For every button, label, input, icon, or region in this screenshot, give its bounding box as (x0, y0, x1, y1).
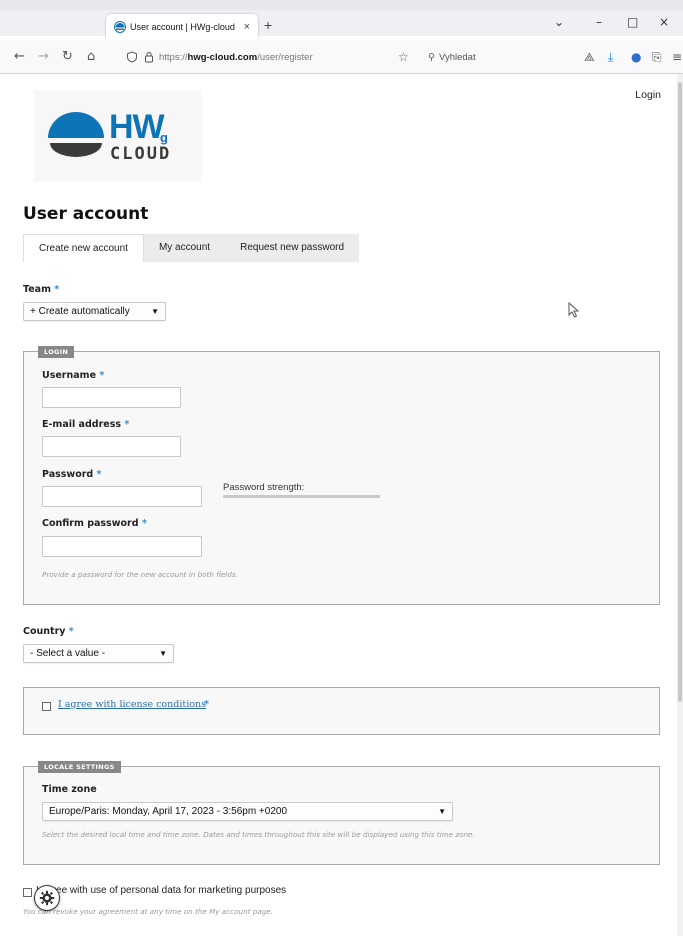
required-mark: * (68, 626, 74, 637)
new-tab-button[interactable]: + (264, 17, 272, 33)
extension-icon[interactable]: ● (631, 50, 641, 64)
password-label-text: Password (42, 469, 94, 480)
favicon-icon (114, 21, 126, 33)
locale-settings-legend: LOCALE SETTINGS (38, 761, 121, 773)
tab-bar-strip (0, 0, 683, 10)
star-icon[interactable]: ☆ (398, 50, 409, 64)
url-scheme: https:// (159, 51, 188, 63)
tab-close-icon[interactable]: × (244, 21, 250, 33)
password-strength-bar (223, 495, 380, 498)
required-mark: * (204, 699, 209, 710)
username-label-text: Username (42, 370, 97, 381)
team-label-text: Team (23, 284, 51, 295)
list-tabs-icon[interactable]: ⌄ (554, 15, 564, 29)
shield-icon[interactable] (126, 51, 138, 63)
username-label: Username * (42, 370, 104, 381)
cursor-icon (568, 302, 580, 318)
forward-arrow-icon[interactable]: → (38, 49, 49, 64)
chevron-down-icon: ▼ (438, 807, 446, 816)
country-label-text: Country (23, 626, 66, 637)
logo-hw: HW (109, 108, 165, 146)
required-mark: * (124, 419, 130, 430)
save-to-pocket-icon[interactable]: ⟁ (584, 50, 595, 65)
gear-icon[interactable] (34, 885, 60, 911)
tab-my-account[interactable]: My account (144, 234, 225, 262)
search-placeholder: Vyhledat (438, 51, 476, 63)
maximize-icon[interactable]: □ (627, 15, 638, 29)
site-logo[interactable]: HW g CLOUD (34, 90, 202, 182)
email-label-text: E-mail address (42, 419, 122, 430)
timezone-select-value: Europe/Paris: Monday, April 17, 2023 - 3… (49, 806, 288, 817)
country-select[interactable]: - Select a value - ▼ (23, 644, 174, 663)
timezone-label: Time zone (42, 784, 97, 795)
email-label: E-mail address * (42, 419, 129, 430)
chevron-down-icon: ▼ (151, 307, 159, 316)
url-host: hwg-cloud.com (187, 51, 258, 63)
url-path: /user/register (257, 51, 313, 63)
confirm-password-label-text: Confirm password (42, 518, 139, 529)
marketing-checkbox[interactable] (23, 888, 32, 897)
password-help: Provide a password for the new account i… (42, 570, 238, 579)
license-box: I agree with license conditions * (23, 687, 660, 735)
country-select-value: - Select a value - (30, 648, 106, 659)
search-icon: ⚲ (428, 51, 435, 63)
locale-settings-fieldset: LOCALE SETTINGS Time zone Europe/Paris: … (23, 761, 660, 865)
search-input[interactable]: ⚲ Vyhledat (416, 47, 544, 67)
login-fieldset: LOGIN Username * E-mail address * Passwo… (23, 346, 660, 605)
gear-glyph-icon (39, 890, 55, 906)
browser-toolbar: ← → ↻ ⌂ https://hwg-cloud.com/user/regis… (0, 40, 683, 74)
marketing-consent-label: I agree with use of personal data for ma… (36, 885, 287, 896)
login-link[interactable]: Login (635, 89, 661, 101)
reload-icon[interactable]: ↻ (62, 49, 73, 64)
lock-icon[interactable] (144, 51, 154, 63)
tab-request-new-password[interactable]: Request new password (225, 234, 359, 262)
tab-title: User account | HWg-cloud (130, 22, 235, 32)
marketing-help: You can revoke your agreement at any tim… (23, 907, 273, 916)
browser-tab[interactable]: User account | HWg-cloud × (106, 14, 258, 40)
required-mark: * (99, 370, 105, 381)
confirm-password-label: Confirm password * (42, 518, 147, 529)
share-icon[interactable]: ⎘ (652, 50, 662, 65)
logo-g: g (160, 130, 168, 145)
password-input[interactable] (42, 486, 202, 507)
menu-icon[interactable]: ≡ (672, 50, 682, 64)
team-label: Team * (23, 284, 59, 295)
minimize-icon[interactable]: – (596, 15, 602, 29)
required-mark: * (141, 518, 147, 529)
confirm-password-input[interactable] (42, 536, 202, 557)
email-field[interactable] (42, 436, 181, 457)
login-legend: LOGIN (38, 346, 75, 358)
download-icon[interactable]: ⤓ (608, 50, 613, 65)
browser-tab-bar: User account | HWg-cloud × + ⌄ – □ × (0, 0, 683, 40)
back-arrow-icon[interactable]: ← (14, 49, 25, 64)
scrollbar-thumb[interactable] (678, 82, 682, 702)
page-title: User account (23, 204, 149, 224)
account-tabs: Create new account My account Request ne… (23, 234, 360, 262)
country-label: Country * (23, 626, 74, 637)
required-mark: * (54, 284, 60, 295)
close-window-icon[interactable]: × (659, 15, 669, 29)
username-input[interactable] (42, 387, 181, 408)
cloud-logo-icon (48, 112, 104, 157)
chevron-down-icon: ▼ (159, 649, 167, 658)
tab-create-new-account[interactable]: Create new account (23, 234, 144, 262)
team-select[interactable]: + Create automatically ▼ (23, 302, 166, 321)
team-select-value: + Create automatically (30, 306, 130, 317)
license-conditions-link[interactable]: I agree with license conditions (58, 699, 206, 710)
timezone-select[interactable]: Europe/Paris: Monday, April 17, 2023 - 3… (42, 802, 453, 821)
timezone-help: Select the desired local time and time z… (42, 830, 475, 839)
password-label: Password * (42, 469, 102, 480)
password-strength-label: Password strength: (223, 482, 305, 493)
home-icon[interactable]: ⌂ (87, 49, 95, 64)
url-bar[interactable]: https://hwg-cloud.com/user/register (126, 47, 416, 67)
license-checkbox[interactable] (42, 702, 51, 711)
logo-cloud: CLOUD (110, 144, 172, 164)
required-mark: * (96, 469, 102, 480)
